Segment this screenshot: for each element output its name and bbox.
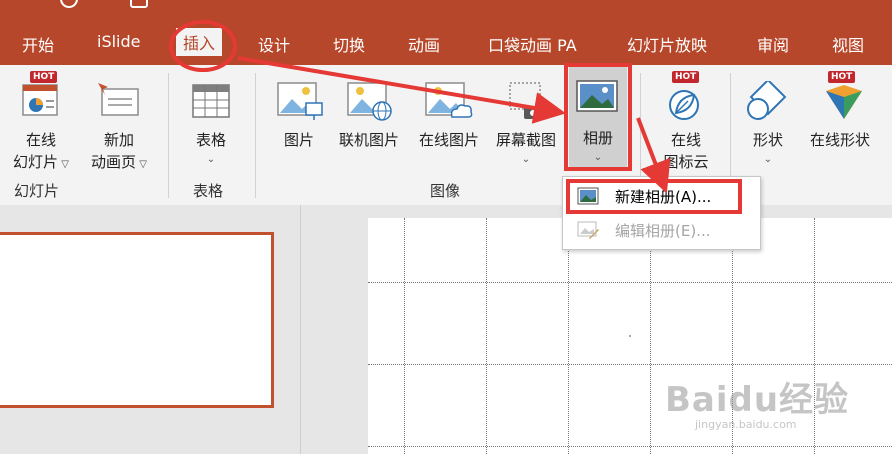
arrow-to-menu (636, 117, 671, 194)
insert-tab-circle (169, 20, 237, 72)
baidu-watermark: Baidu经验 jingyan.baidu.com (665, 372, 870, 432)
watermark-main: Baidu经验 (665, 380, 850, 420)
arrow-to-album (237, 56, 566, 124)
watermark-sub: jingyan.baidu.com (695, 418, 797, 431)
